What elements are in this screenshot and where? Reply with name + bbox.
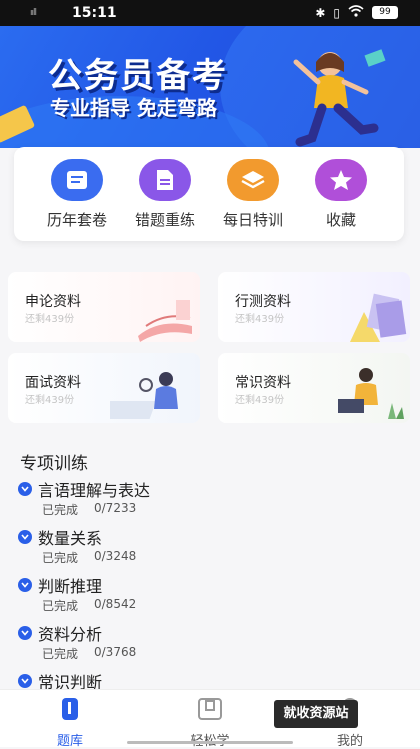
layers-icon <box>227 159 279 201</box>
category-favorites[interactable]: 收藏 <box>296 159 386 230</box>
status-bar: ııll 15:11 ✱ ▯ 99 <box>0 0 420 26</box>
scroll-icon <box>51 159 103 201</box>
material-count: 还剩439份 <box>235 314 285 325</box>
question-bank-icon <box>62 698 78 720</box>
cell-signal-icon: ııll <box>30 8 37 18</box>
chevron-down-icon[interactable] <box>18 530 32 544</box>
category-label: 历年套卷 <box>46 211 107 229</box>
training-progress: 0/3248 <box>94 549 137 563</box>
material-title: 申论资料 <box>25 294 81 310</box>
training-progress: 0/8542 <box>94 597 137 611</box>
material-card-aptitude[interactable]: 行测资料 还剩439份 <box>218 272 410 342</box>
training-done-label: 已完成 <box>42 503 79 517</box>
category-card: 历年套卷 错题重练 每日特训 收藏 <box>14 147 404 241</box>
training-progress: 0/7233 <box>94 501 137 515</box>
laptop-illustration <box>338 368 404 419</box>
material-title: 常识资料 <box>235 375 291 391</box>
training-done-label: 已完成 <box>42 599 79 613</box>
student-illustration <box>293 49 386 147</box>
book-icon <box>198 698 222 720</box>
material-count: 还剩439份 <box>235 395 285 406</box>
status-icons: ✱ ▯ 99 <box>315 5 398 20</box>
battery-icon: 99 <box>372 6 398 19</box>
tab-label: 轻松学 <box>170 730 250 749</box>
category-label: 错题重练 <box>134 211 195 229</box>
material-title: 面试资料 <box>25 375 81 391</box>
banner-subtitle: 专业指导 免走弯路 <box>50 96 217 120</box>
material-card-interview[interactable]: 面试资料 还剩439份 <box>8 353 200 423</box>
category-past-papers[interactable]: 历年套卷 <box>32 159 122 230</box>
papers-illustration <box>350 293 407 342</box>
watermark-badge: 就收资源站 <box>274 700 358 728</box>
reader-illustration <box>110 372 178 419</box>
training-progress: 0/3768 <box>94 645 137 659</box>
material-count: 还剩439份 <box>25 314 75 325</box>
chevron-down-icon[interactable] <box>18 482 32 496</box>
tab-label: 我的 <box>336 734 363 749</box>
promo-banner[interactable]: 公务员备考 专业指导 免走弯路 <box>0 26 420 148</box>
training-name: 言语理解与表达 <box>38 481 151 500</box>
material-count: 还剩439份 <box>25 395 75 406</box>
category-label: 收藏 <box>325 211 356 229</box>
training-done-label: 已完成 <box>42 647 79 661</box>
material-title: 行测资料 <box>235 294 291 310</box>
wifi-icon <box>348 5 364 20</box>
vibrate-icon: ▯ <box>333 5 340 20</box>
chevron-down-icon[interactable] <box>18 626 32 640</box>
tab-label: 题库 <box>56 734 83 749</box>
tab-question-bank[interactable]: 题库 <box>30 696 110 749</box>
category-label: 每日特训 <box>222 211 283 229</box>
bluetooth-icon: ✱ <box>315 5 326 20</box>
material-card-common-sense[interactable]: 常识资料 还剩439份 <box>218 353 410 423</box>
training-name: 数量关系 <box>38 529 103 548</box>
home-indicator[interactable] <box>127 741 293 744</box>
banner-title: 公务员备考 <box>48 56 228 96</box>
training-name: 判断推理 <box>38 577 103 596</box>
chevron-down-icon[interactable] <box>18 578 32 592</box>
category-wrong-questions[interactable]: 错题重练 <box>120 159 210 230</box>
document-icon <box>139 159 191 201</box>
book-illustration <box>138 300 192 342</box>
star-icon <box>315 159 367 201</box>
training-name: 资料分析 <box>38 625 103 644</box>
material-card-essay[interactable]: 申论资料 还剩439份 <box>8 272 200 342</box>
clock: 15:11 <box>72 5 117 21</box>
chevron-down-icon[interactable] <box>18 674 32 688</box>
section-title: 专项训练 <box>20 454 88 474</box>
category-daily-training[interactable]: 每日特训 <box>208 159 298 230</box>
training-done-label: 已完成 <box>42 551 79 565</box>
